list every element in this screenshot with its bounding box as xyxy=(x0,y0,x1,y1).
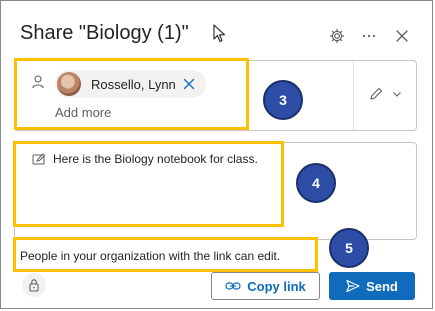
close-icon xyxy=(396,30,408,42)
highlight-link-settings xyxy=(13,237,318,272)
highlight-recipients xyxy=(14,58,249,130)
callout-4: 4 xyxy=(296,163,336,203)
link-settings-button[interactable] xyxy=(22,273,46,297)
settings-button[interactable] xyxy=(325,24,349,48)
link-icon xyxy=(225,282,241,290)
callout-5: 5 xyxy=(329,228,369,268)
gear-icon xyxy=(329,28,345,44)
close-button[interactable] xyxy=(390,24,414,48)
pencil-icon xyxy=(370,87,383,100)
chevron-down-icon xyxy=(393,92,401,97)
send-label: Send xyxy=(366,278,398,294)
highlight-message xyxy=(13,141,284,227)
send-button[interactable]: Send xyxy=(329,272,415,300)
mouse-cursor-icon xyxy=(213,24,227,49)
divider xyxy=(353,61,354,130)
more-options-button[interactable] xyxy=(357,24,381,48)
permission-dropdown[interactable] xyxy=(360,82,410,106)
copy-link-label: Copy link xyxy=(247,278,306,294)
dialog-title: Share "Biology (1)" xyxy=(20,22,189,44)
lock-icon xyxy=(29,279,39,292)
callout-3: 3 xyxy=(263,80,303,120)
send-icon xyxy=(346,279,360,293)
copy-link-button[interactable]: Copy link xyxy=(211,272,320,300)
ellipsis-icon xyxy=(362,34,376,38)
